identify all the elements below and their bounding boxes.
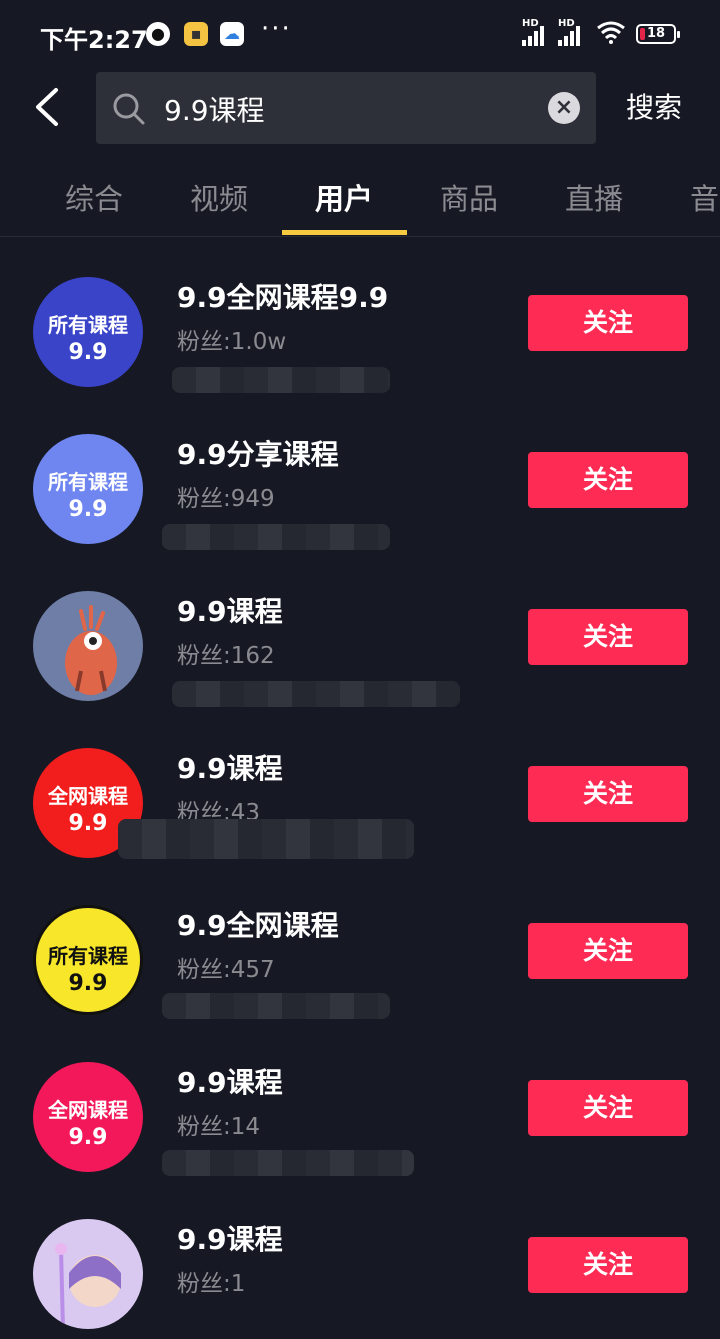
follow-button[interactable]: 关注 (528, 295, 688, 351)
qq-icon: ● (146, 22, 170, 46)
avatar-text-line1: 全网课程 (48, 1098, 128, 1122)
user-name[interactable]: 9.9分享课程 (177, 433, 339, 473)
tab-users[interactable]: 用户 (315, 176, 373, 218)
user-name[interactable]: 9.9课程 (177, 1218, 283, 1258)
follow-button[interactable]: 关注 (528, 1080, 688, 1136)
blurred-description (172, 681, 460, 707)
user-fans: 粉丝:162 (177, 643, 275, 669)
avatar[interactable]: 全网课程 9.9 (33, 1062, 143, 1172)
user-fans: 粉丝:1.0w (177, 329, 287, 355)
user-name[interactable]: 9.9全网课程 (177, 904, 339, 944)
blurred-description (162, 1150, 414, 1176)
message-app-icon: ▪ (184, 22, 208, 46)
result-tabs: 综合 视频 用户 商品 直播 音 (0, 166, 720, 237)
tab-indicator (282, 230, 407, 235)
avatar-text-line2: 9.9 (68, 971, 108, 996)
battery-level: 18 (646, 26, 666, 41)
avatar-text-line1: 所有课程 (48, 470, 128, 494)
user-row[interactable]: 所有课程 9.9 9.9全网课程9.9 粉丝:1.0w 关注 (0, 240, 720, 397)
blurred-description (172, 367, 390, 393)
tab-comprehensive[interactable]: 综合 (65, 176, 123, 218)
avatar[interactable]: 所有课程 9.9 (33, 434, 143, 544)
follow-button[interactable]: 关注 (528, 609, 688, 665)
user-name[interactable]: 9.9课程 (177, 590, 283, 630)
search-button[interactable]: 搜索 (626, 86, 682, 126)
avatar-text-line1: 所有课程 (48, 313, 128, 337)
follow-button[interactable]: 关注 (528, 452, 688, 508)
search-icon (112, 92, 146, 130)
blurred-description (118, 819, 414, 859)
blurred-description (162, 993, 390, 1019)
user-name[interactable]: 9.9全网课程9.9 (177, 276, 388, 316)
user-row[interactable]: 所有课程 9.9 9.9全网课程 粉丝:457 关注 (0, 868, 720, 1025)
creature-avatar-icon (65, 605, 117, 695)
tab-music[interactable]: 音 (690, 176, 719, 218)
follow-button[interactable]: 关注 (528, 1237, 688, 1293)
blurred-description (162, 524, 390, 550)
user-row[interactable]: 9.9课程 粉丝:1 关注 (0, 1182, 720, 1339)
clear-icon[interactable]: × (548, 92, 580, 124)
user-fans: 粉丝:14 (177, 1114, 261, 1140)
cloud-app-icon: ☁ (220, 22, 244, 46)
status-time: 下午2:27 (40, 26, 148, 54)
avatar-text-line1: 所有课程 (48, 944, 128, 968)
search-header: × 搜索 (0, 70, 720, 150)
anime-character-avatar-icon (55, 1243, 121, 1329)
avatar[interactable]: 所有课程 9.9 (33, 277, 143, 387)
back-arrow-icon[interactable] (28, 84, 68, 130)
tab-products[interactable]: 商品 (440, 176, 498, 218)
avatar[interactable]: 所有课程 9.9 (33, 905, 143, 1015)
avatar-text-line2: 9.9 (68, 1125, 108, 1150)
follow-button[interactable]: 关注 (528, 923, 688, 979)
avatar[interactable] (33, 591, 143, 701)
avatar-text-line1: 全网课程 (48, 784, 128, 808)
avatar[interactable] (33, 1219, 143, 1329)
tab-live[interactable]: 直播 (565, 176, 623, 218)
user-fans: 粉丝:457 (177, 957, 275, 983)
signal-icon (522, 24, 552, 46)
follow-button[interactable]: 关注 (528, 766, 688, 822)
search-input[interactable] (162, 72, 526, 146)
user-fans: 粉丝:1 (177, 1271, 246, 1297)
signal-icon-2 (558, 24, 588, 46)
user-name[interactable]: 9.9课程 (177, 747, 283, 787)
wifi-icon (596, 20, 626, 50)
more-notifications-icon: ··· (261, 14, 292, 44)
user-fans: 粉丝:949 (177, 486, 275, 512)
user-row[interactable]: 全网课程 9.9 9.9课程 粉丝:43 关注 (0, 711, 720, 868)
user-row[interactable]: 全网课程 9.9 9.9课程 粉丝:14 关注 (0, 1025, 720, 1182)
battery-icon: 18 (636, 24, 680, 44)
search-box[interactable]: × (96, 72, 596, 146)
user-name[interactable]: 9.9课程 (177, 1061, 283, 1101)
status-bar: 下午2:27 ● ▪ ☁ ··· HD HD 18 (0, 0, 720, 70)
tab-video[interactable]: 视频 (190, 176, 248, 218)
user-row[interactable]: 9.9课程 粉丝:162 关注 (0, 554, 720, 711)
avatar-text-line2: 9.9 (68, 497, 108, 522)
user-row[interactable]: 所有课程 9.9 9.9分享课程 粉丝:949 关注 (0, 397, 720, 554)
avatar-text-line2: 9.9 (68, 340, 108, 365)
